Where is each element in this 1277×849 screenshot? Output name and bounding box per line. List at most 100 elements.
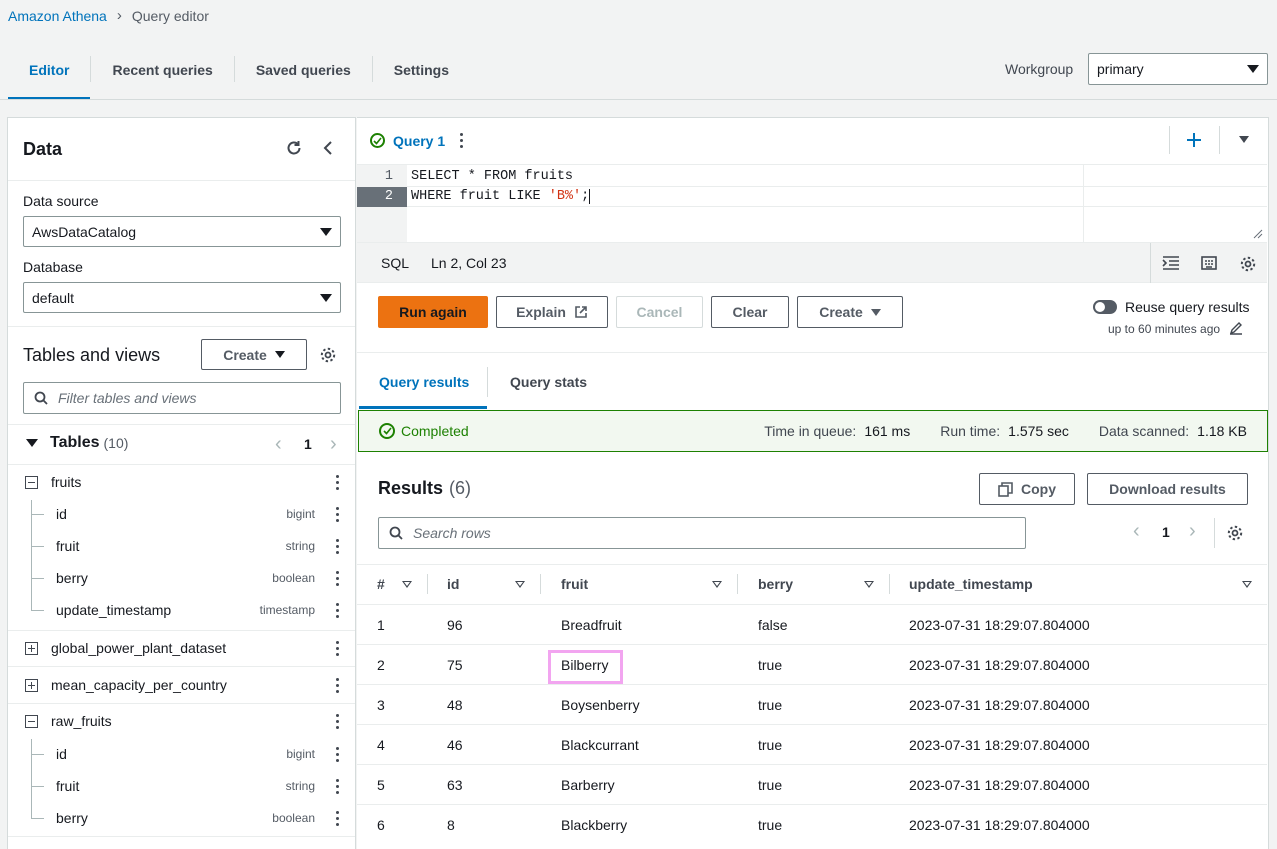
workgroup-select[interactable]: primary bbox=[1088, 53, 1268, 85]
reuse-results-toggle[interactable] bbox=[1093, 300, 1117, 314]
column-header-id[interactable]: id bbox=[447, 564, 459, 604]
chevron-right-icon[interactable]: › bbox=[330, 433, 337, 456]
workgroup-label: Workgroup bbox=[1005, 61, 1074, 77]
expand-icon[interactable] bbox=[25, 678, 38, 692]
gear-icon[interactable] bbox=[319, 346, 337, 364]
cell-index: 3 bbox=[377, 697, 385, 713]
cell-id: 46 bbox=[447, 737, 463, 753]
more-actions-icon[interactable] bbox=[335, 570, 339, 586]
breadcrumb-link-athena[interactable]: Amazon Athena bbox=[8, 8, 107, 24]
collapse-icon[interactable] bbox=[25, 475, 38, 489]
create-table-button[interactable]: Create bbox=[201, 339, 307, 370]
table-row[interactable]: 5 63 Barberry true 2023-07-31 18:29:07.8… bbox=[357, 764, 1267, 804]
column-header-index[interactable]: # bbox=[377, 564, 385, 604]
table-row[interactable]: 1 96 Breadfruit false 2023-07-31 18:29:0… bbox=[357, 604, 1267, 644]
more-actions-icon[interactable] bbox=[335, 810, 339, 826]
cancel-button[interactable]: Cancel bbox=[616, 296, 703, 328]
tree-table-global-power-plant-dataset[interactable]: global_power_plant_dataset bbox=[8, 631, 355, 665]
sort-icon[interactable] bbox=[515, 581, 525, 588]
search-rows-input[interactable]: Search rows bbox=[378, 517, 1026, 549]
more-actions-icon[interactable] bbox=[335, 677, 339, 693]
copy-button[interactable]: Copy bbox=[979, 473, 1075, 505]
tree-column-id[interactable]: id bigint bbox=[8, 498, 355, 530]
tree-table-fruits[interactable]: fruits bbox=[8, 466, 355, 498]
collapse-icon[interactable] bbox=[25, 714, 38, 728]
tree-branch bbox=[32, 753, 44, 755]
refresh-icon[interactable] bbox=[285, 139, 303, 157]
sort-icon[interactable] bbox=[1242, 581, 1252, 588]
download-results-button[interactable]: Download results bbox=[1087, 473, 1248, 505]
column-type: string bbox=[285, 779, 315, 793]
table-row[interactable]: 4 46 Blackcurrant true 2023-07-31 18:29:… bbox=[357, 724, 1267, 764]
tab-editor[interactable]: Editor bbox=[8, 48, 91, 100]
column-header-label: # bbox=[377, 576, 385, 592]
results-page-number[interactable]: 1 bbox=[1162, 524, 1170, 540]
chevron-left-icon[interactable]: ‹ bbox=[275, 433, 282, 456]
tree-column-berry[interactable]: berry boolean bbox=[8, 802, 355, 834]
column-header-update-timestamp[interactable]: update_timestamp bbox=[909, 564, 1033, 604]
column-header-fruit[interactable]: fruit bbox=[561, 564, 588, 604]
edit-icon[interactable] bbox=[1229, 321, 1243, 335]
tables-section-header[interactable]: Tables (10) bbox=[26, 434, 128, 452]
table-row[interactable]: 6 8 Blackberry true 2023-07-31 18:29:07.… bbox=[357, 804, 1267, 844]
keyboard-shortcuts-icon[interactable] bbox=[1201, 255, 1217, 271]
sql-editor[interactable]: 1 2 SELECT * FROM fruits WHERE fruit LIK… bbox=[357, 164, 1267, 243]
tab-settings[interactable]: Settings bbox=[373, 48, 470, 100]
table-row[interactable]: 2 75 Bilberry true 2023-07-31 18:29:07.8… bbox=[357, 644, 1267, 684]
more-actions-icon[interactable] bbox=[335, 506, 339, 522]
database-select[interactable]: default bbox=[23, 282, 341, 313]
breadcrumb: Amazon Athena › Query editor bbox=[8, 7, 209, 24]
more-actions-icon[interactable] bbox=[459, 133, 463, 148]
line-number: 1 bbox=[384, 169, 393, 184]
tables-page-number[interactable]: 1 bbox=[304, 436, 312, 452]
code-line-1: SELECT * FROM fruits bbox=[411, 169, 574, 184]
more-actions-icon[interactable] bbox=[335, 778, 339, 794]
gear-icon[interactable] bbox=[1239, 255, 1257, 273]
tab-query-stats[interactable]: Query stats bbox=[510, 374, 587, 390]
sort-icon[interactable] bbox=[712, 581, 722, 588]
sort-icon[interactable] bbox=[402, 581, 412, 588]
more-actions-icon[interactable] bbox=[335, 602, 339, 618]
more-actions-icon[interactable] bbox=[335, 746, 339, 762]
clear-button[interactable]: Clear bbox=[711, 296, 789, 328]
sort-icon[interactable] bbox=[864, 581, 874, 588]
run-again-button[interactable]: Run again bbox=[378, 296, 488, 328]
more-actions-icon[interactable] bbox=[335, 538, 339, 554]
column-divider bbox=[737, 574, 738, 594]
table-row[interactable]: 3 48 Boysenberry true 2023-07-31 18:29:0… bbox=[357, 684, 1267, 724]
column-header-berry[interactable]: berry bbox=[758, 564, 793, 604]
chevron-left-icon[interactable]: ‹ bbox=[1133, 520, 1140, 543]
create-button[interactable]: Create bbox=[797, 296, 903, 328]
more-actions-icon[interactable] bbox=[335, 640, 339, 656]
tree-table-mean-capacity-per-country[interactable]: mean_capacity_per_country bbox=[8, 668, 355, 702]
more-actions-icon[interactable] bbox=[335, 713, 339, 729]
tab-recent-queries[interactable]: Recent queries bbox=[91, 48, 233, 100]
data-source-select[interactable]: AwsDataCatalog bbox=[23, 216, 341, 247]
collapse-panel-icon[interactable] bbox=[322, 140, 334, 156]
tree-column-fruit[interactable]: fruit string bbox=[8, 530, 355, 562]
divider bbox=[357, 352, 1267, 353]
tree-column-id[interactable]: id bigint bbox=[8, 738, 355, 770]
divider bbox=[1169, 126, 1170, 154]
divider bbox=[8, 703, 355, 704]
tab-query-1[interactable]: Query 1 bbox=[357, 118, 463, 163]
column-header-label: update_timestamp bbox=[909, 576, 1033, 592]
gear-icon[interactable] bbox=[1226, 524, 1244, 542]
add-query-tab-icon[interactable] bbox=[1186, 132, 1202, 148]
format-query-icon[interactable] bbox=[1162, 255, 1180, 271]
tree-column-fruit[interactable]: fruit string bbox=[8, 770, 355, 802]
filter-tables-input[interactable]: Filter tables and views bbox=[23, 382, 341, 414]
more-actions-icon[interactable] bbox=[335, 474, 339, 490]
tree-column-berry[interactable]: berry boolean bbox=[8, 562, 355, 594]
tab-menu-caret-icon[interactable] bbox=[1239, 136, 1249, 143]
tab-saved-queries[interactable]: Saved queries bbox=[235, 48, 372, 100]
chevron-right-icon[interactable]: › bbox=[1189, 520, 1196, 543]
resize-handle-icon[interactable] bbox=[1253, 229, 1263, 239]
tree-table-raw-fruits[interactable]: raw_fruits bbox=[8, 705, 355, 737]
expand-icon[interactable] bbox=[25, 641, 38, 655]
search-placeholder: Search rows bbox=[413, 525, 491, 541]
tree-column-update-timestamp[interactable]: update_timestamp timestamp bbox=[8, 594, 355, 626]
copy-label: Copy bbox=[1021, 481, 1056, 497]
tab-query-results[interactable]: Query results bbox=[379, 374, 469, 390]
explain-button[interactable]: Explain bbox=[496, 296, 608, 328]
